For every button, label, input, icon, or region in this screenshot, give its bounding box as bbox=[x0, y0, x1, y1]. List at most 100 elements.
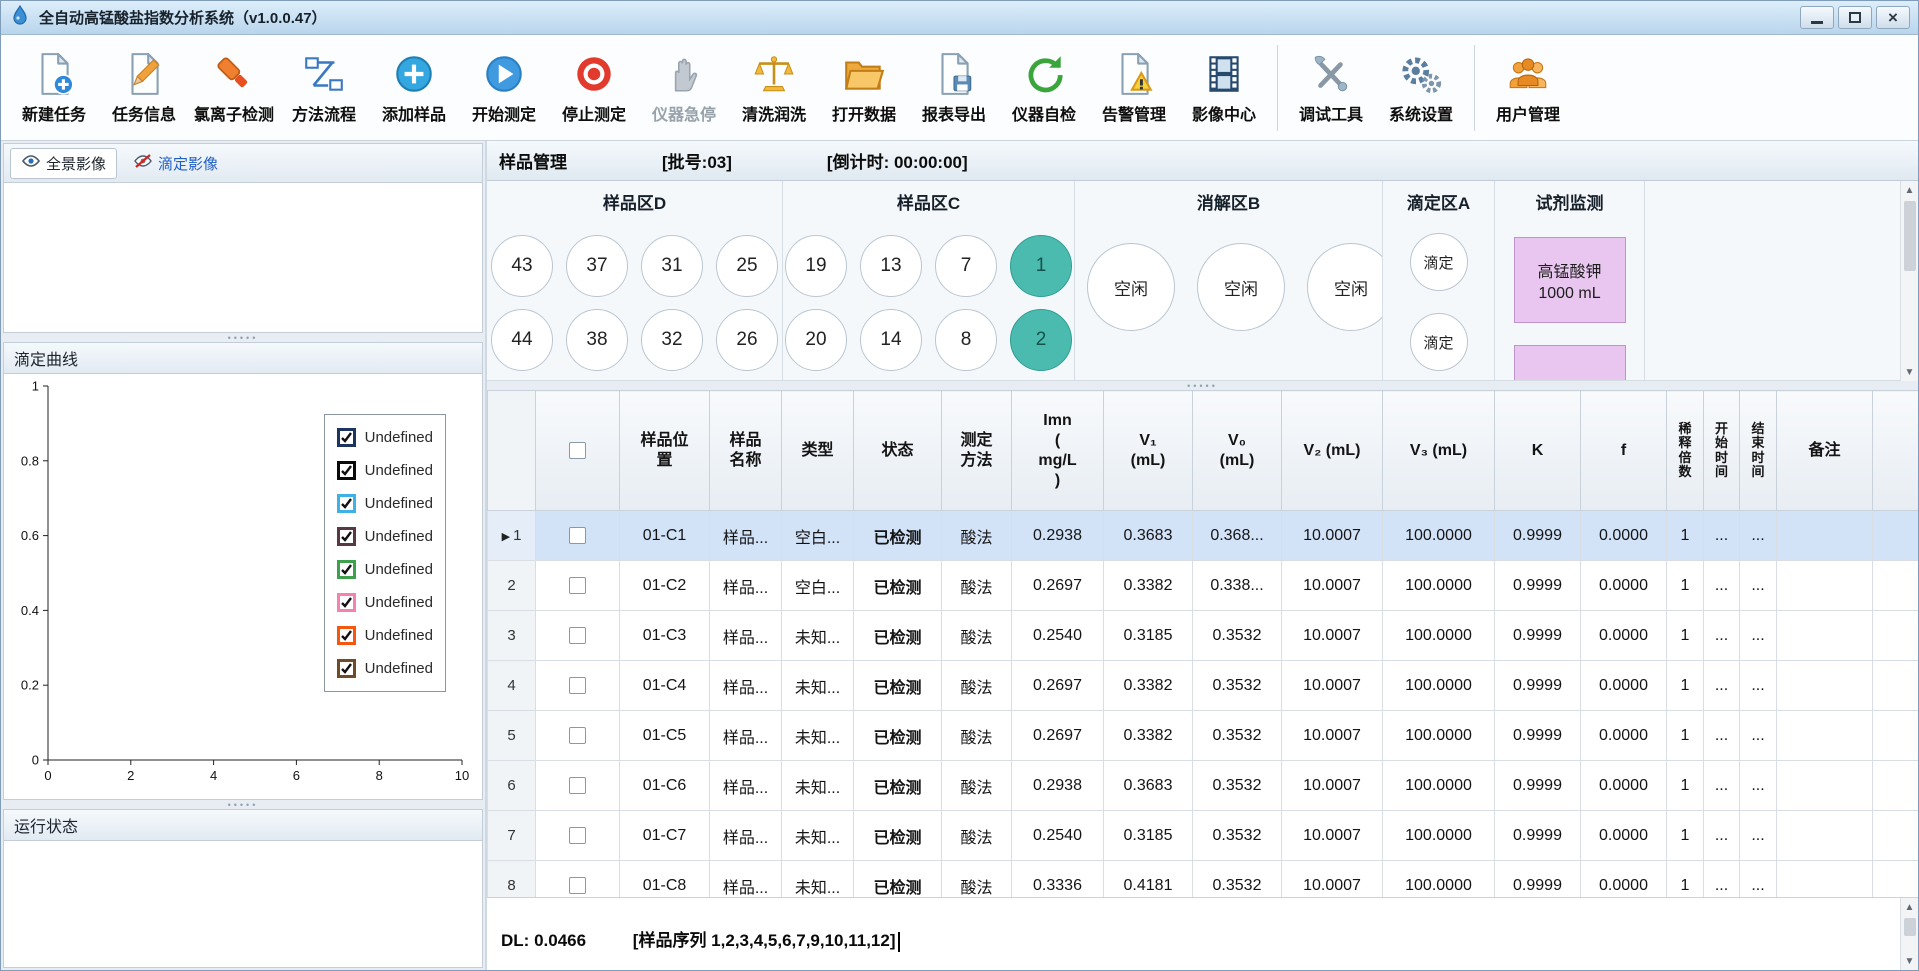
table-row[interactable]: 501-C5样品...未知...已检测酸法0.26970.33820.35321… bbox=[488, 711, 1919, 761]
toolbar-button-sys-settings[interactable]: 系统设置 bbox=[1376, 41, 1466, 135]
toolbar-button-debug-tools[interactable]: 调试工具 bbox=[1286, 41, 1376, 135]
table-row[interactable]: ▶101-C1样品...空白...已检测酸法0.29380.36830.368.… bbox=[488, 511, 1919, 561]
toolbar-button-open-data[interactable]: 打开数据 bbox=[819, 41, 909, 135]
column-header-name[interactable]: 样品 名称 bbox=[710, 391, 782, 511]
column-header-v2[interactable]: V₂ (mL) bbox=[1282, 391, 1383, 511]
row-indicator[interactable]: 6 bbox=[488, 761, 536, 811]
row-checkbox[interactable] bbox=[569, 627, 586, 644]
toolbar-button-alarm-mgmt[interactable]: 告警管理 bbox=[1089, 41, 1179, 135]
digestion-slot[interactable]: 空闲 bbox=[1087, 243, 1175, 331]
digestion-slot[interactable]: 空闲 bbox=[1307, 243, 1383, 331]
row-indicator[interactable]: 5 bbox=[488, 711, 536, 761]
legend-checkbox[interactable] bbox=[337, 626, 356, 645]
tab-panorama-image[interactable]: 全景影像 bbox=[10, 148, 117, 179]
sample-position-1[interactable]: 1 bbox=[1010, 235, 1072, 297]
toolbar-button-method-flow[interactable]: 方法流程 bbox=[279, 41, 369, 135]
column-header-dilution[interactable]: 稀 释 倍 数 bbox=[1667, 391, 1704, 511]
select-all-checkbox[interactable] bbox=[569, 442, 586, 459]
column-header-remark[interactable]: 备注 bbox=[1777, 391, 1873, 511]
sample-position-13[interactable]: 13 bbox=[860, 235, 922, 297]
legend-checkbox[interactable] bbox=[337, 461, 356, 480]
row-checkbox[interactable] bbox=[569, 677, 586, 694]
legend-checkbox[interactable] bbox=[337, 428, 356, 447]
titration-slot[interactable]: 滴定 bbox=[1410, 313, 1468, 371]
sample-position-7[interactable]: 7 bbox=[935, 235, 997, 297]
scrollbar-thumb[interactable] bbox=[1904, 201, 1916, 271]
toolbar-button-user-mgmt[interactable]: 用户管理 bbox=[1483, 41, 1573, 135]
column-header-start_time[interactable]: 开 始 时 间 bbox=[1704, 391, 1740, 511]
legend-checkbox[interactable] bbox=[337, 494, 356, 513]
sample-position-32[interactable]: 32 bbox=[641, 309, 703, 371]
titration-slot[interactable]: 滴定 bbox=[1410, 233, 1468, 291]
table-row[interactable]: 301-C3样品...未知...已检测酸法0.25400.31850.35321… bbox=[488, 611, 1919, 661]
column-header-pos[interactable]: 样品位 置 bbox=[620, 391, 710, 511]
column-header-method[interactable]: 测定 方法 bbox=[942, 391, 1012, 511]
row-checkbox[interactable] bbox=[569, 777, 586, 794]
column-header-v1[interactable]: V₁ (mL) bbox=[1104, 391, 1193, 511]
sample-position-43[interactable]: 43 bbox=[491, 235, 553, 297]
column-header-f[interactable]: f bbox=[1581, 391, 1667, 511]
row-indicator[interactable]: 2 bbox=[488, 561, 536, 611]
corner-header[interactable] bbox=[488, 391, 536, 511]
close-button[interactable]: × bbox=[1876, 6, 1910, 29]
toolbar-button-start-measure[interactable]: 开始测定 bbox=[459, 41, 549, 135]
sample-position-38[interactable]: 38 bbox=[566, 309, 628, 371]
legend-checkbox[interactable] bbox=[337, 593, 356, 612]
horizontal-splitter[interactable]: ••••• bbox=[3, 800, 483, 809]
scroll-down-button[interactable]: ▼ bbox=[1901, 363, 1919, 381]
zones-scrollbar[interactable]: ▲ ▼ bbox=[1900, 181, 1918, 381]
toolbar-button-task-info[interactable]: 任务信息 bbox=[99, 41, 189, 135]
row-indicator[interactable]: 8 bbox=[488, 861, 536, 898]
reagent-box[interactable]: 高锰酸钾1000 mL bbox=[1514, 237, 1626, 323]
sample-position-2[interactable]: 2 bbox=[1010, 309, 1072, 371]
sample-position-26[interactable]: 26 bbox=[716, 309, 778, 371]
horizontal-splitter[interactable]: ••••• bbox=[3, 333, 483, 342]
column-header-status[interactable]: 状态 bbox=[854, 391, 942, 511]
toolbar-button-report-export[interactable]: 报表导出 bbox=[909, 41, 999, 135]
column-header-imn[interactable]: Imn ( mg/L ) bbox=[1012, 391, 1104, 511]
column-header-v3[interactable]: V₃ (mL) bbox=[1383, 391, 1495, 511]
toolbar-button-stop-measure[interactable]: 停止测定 bbox=[549, 41, 639, 135]
sample-position-37[interactable]: 37 bbox=[566, 235, 628, 297]
restore-button[interactable] bbox=[1838, 6, 1872, 29]
column-header-v0[interactable]: V₀ (mL) bbox=[1193, 391, 1282, 511]
row-indicator[interactable]: 3 bbox=[488, 611, 536, 661]
row-checkbox[interactable] bbox=[569, 827, 586, 844]
table-row[interactable]: 701-C7样品...未知...已检测酸法0.25400.31850.35321… bbox=[488, 811, 1919, 861]
scroll-up-button[interactable]: ▲ bbox=[1901, 898, 1919, 916]
scrollbar-thumb[interactable] bbox=[1904, 918, 1916, 936]
row-indicator[interactable]: ▶1 bbox=[488, 511, 536, 561]
sample-position-44[interactable]: 44 bbox=[491, 309, 553, 371]
toolbar-button-clean-rinse[interactable]: 清洗润洗 bbox=[729, 41, 819, 135]
toolbar-button-video-center[interactable]: 影像中心 bbox=[1179, 41, 1269, 135]
sample-position-14[interactable]: 14 bbox=[860, 309, 922, 371]
row-checkbox[interactable] bbox=[569, 727, 586, 744]
row-indicator[interactable]: 7 bbox=[488, 811, 536, 861]
column-header-type[interactable]: 类型 bbox=[782, 391, 854, 511]
column-header-k[interactable]: K bbox=[1495, 391, 1581, 511]
legend-checkbox[interactable] bbox=[337, 527, 356, 546]
sample-position-20[interactable]: 20 bbox=[785, 309, 847, 371]
minimize-button[interactable] bbox=[1800, 6, 1834, 29]
select-all-header[interactable] bbox=[536, 391, 620, 511]
scroll-up-button[interactable]: ▲ bbox=[1901, 181, 1919, 199]
row-checkbox[interactable] bbox=[569, 527, 586, 544]
legend-checkbox[interactable] bbox=[337, 560, 356, 579]
toolbar-button-add-sample[interactable]: 添加样品 bbox=[369, 41, 459, 135]
bottom-scrollbar[interactable]: ▲ ▼ bbox=[1900, 898, 1918, 970]
legend-checkbox[interactable] bbox=[337, 659, 356, 678]
digestion-slot[interactable]: 空闲 bbox=[1197, 243, 1285, 331]
row-checkbox[interactable] bbox=[569, 577, 586, 594]
table-row[interactable]: 601-C6样品...未知...已检测酸法0.29380.36830.35321… bbox=[488, 761, 1919, 811]
toolbar-button-chloride-detect[interactable]: 氯离子检测 bbox=[189, 41, 279, 135]
toolbar-button-self-check[interactable]: 仪器自检 bbox=[999, 41, 1089, 135]
app-icon[interactable] bbox=[9, 4, 31, 31]
column-header-end_time[interactable]: 结 束 时 间 bbox=[1740, 391, 1777, 511]
row-checkbox[interactable] bbox=[569, 877, 586, 894]
dl-text-area[interactable]: DL: 0.0466 [样品序列 1,2,3,4,5,6,7,9,10,11,1… bbox=[487, 898, 1900, 970]
horizontal-splitter[interactable]: ••••• bbox=[487, 381, 1918, 390]
toolbar-button-new-task[interactable]: 新建任务 bbox=[9, 41, 99, 135]
sample-position-25[interactable]: 25 bbox=[716, 235, 778, 297]
sample-position-19[interactable]: 19 bbox=[785, 235, 847, 297]
table-row[interactable]: 801-C8样品...未知...已检测酸法0.33360.41810.35321… bbox=[488, 861, 1919, 898]
